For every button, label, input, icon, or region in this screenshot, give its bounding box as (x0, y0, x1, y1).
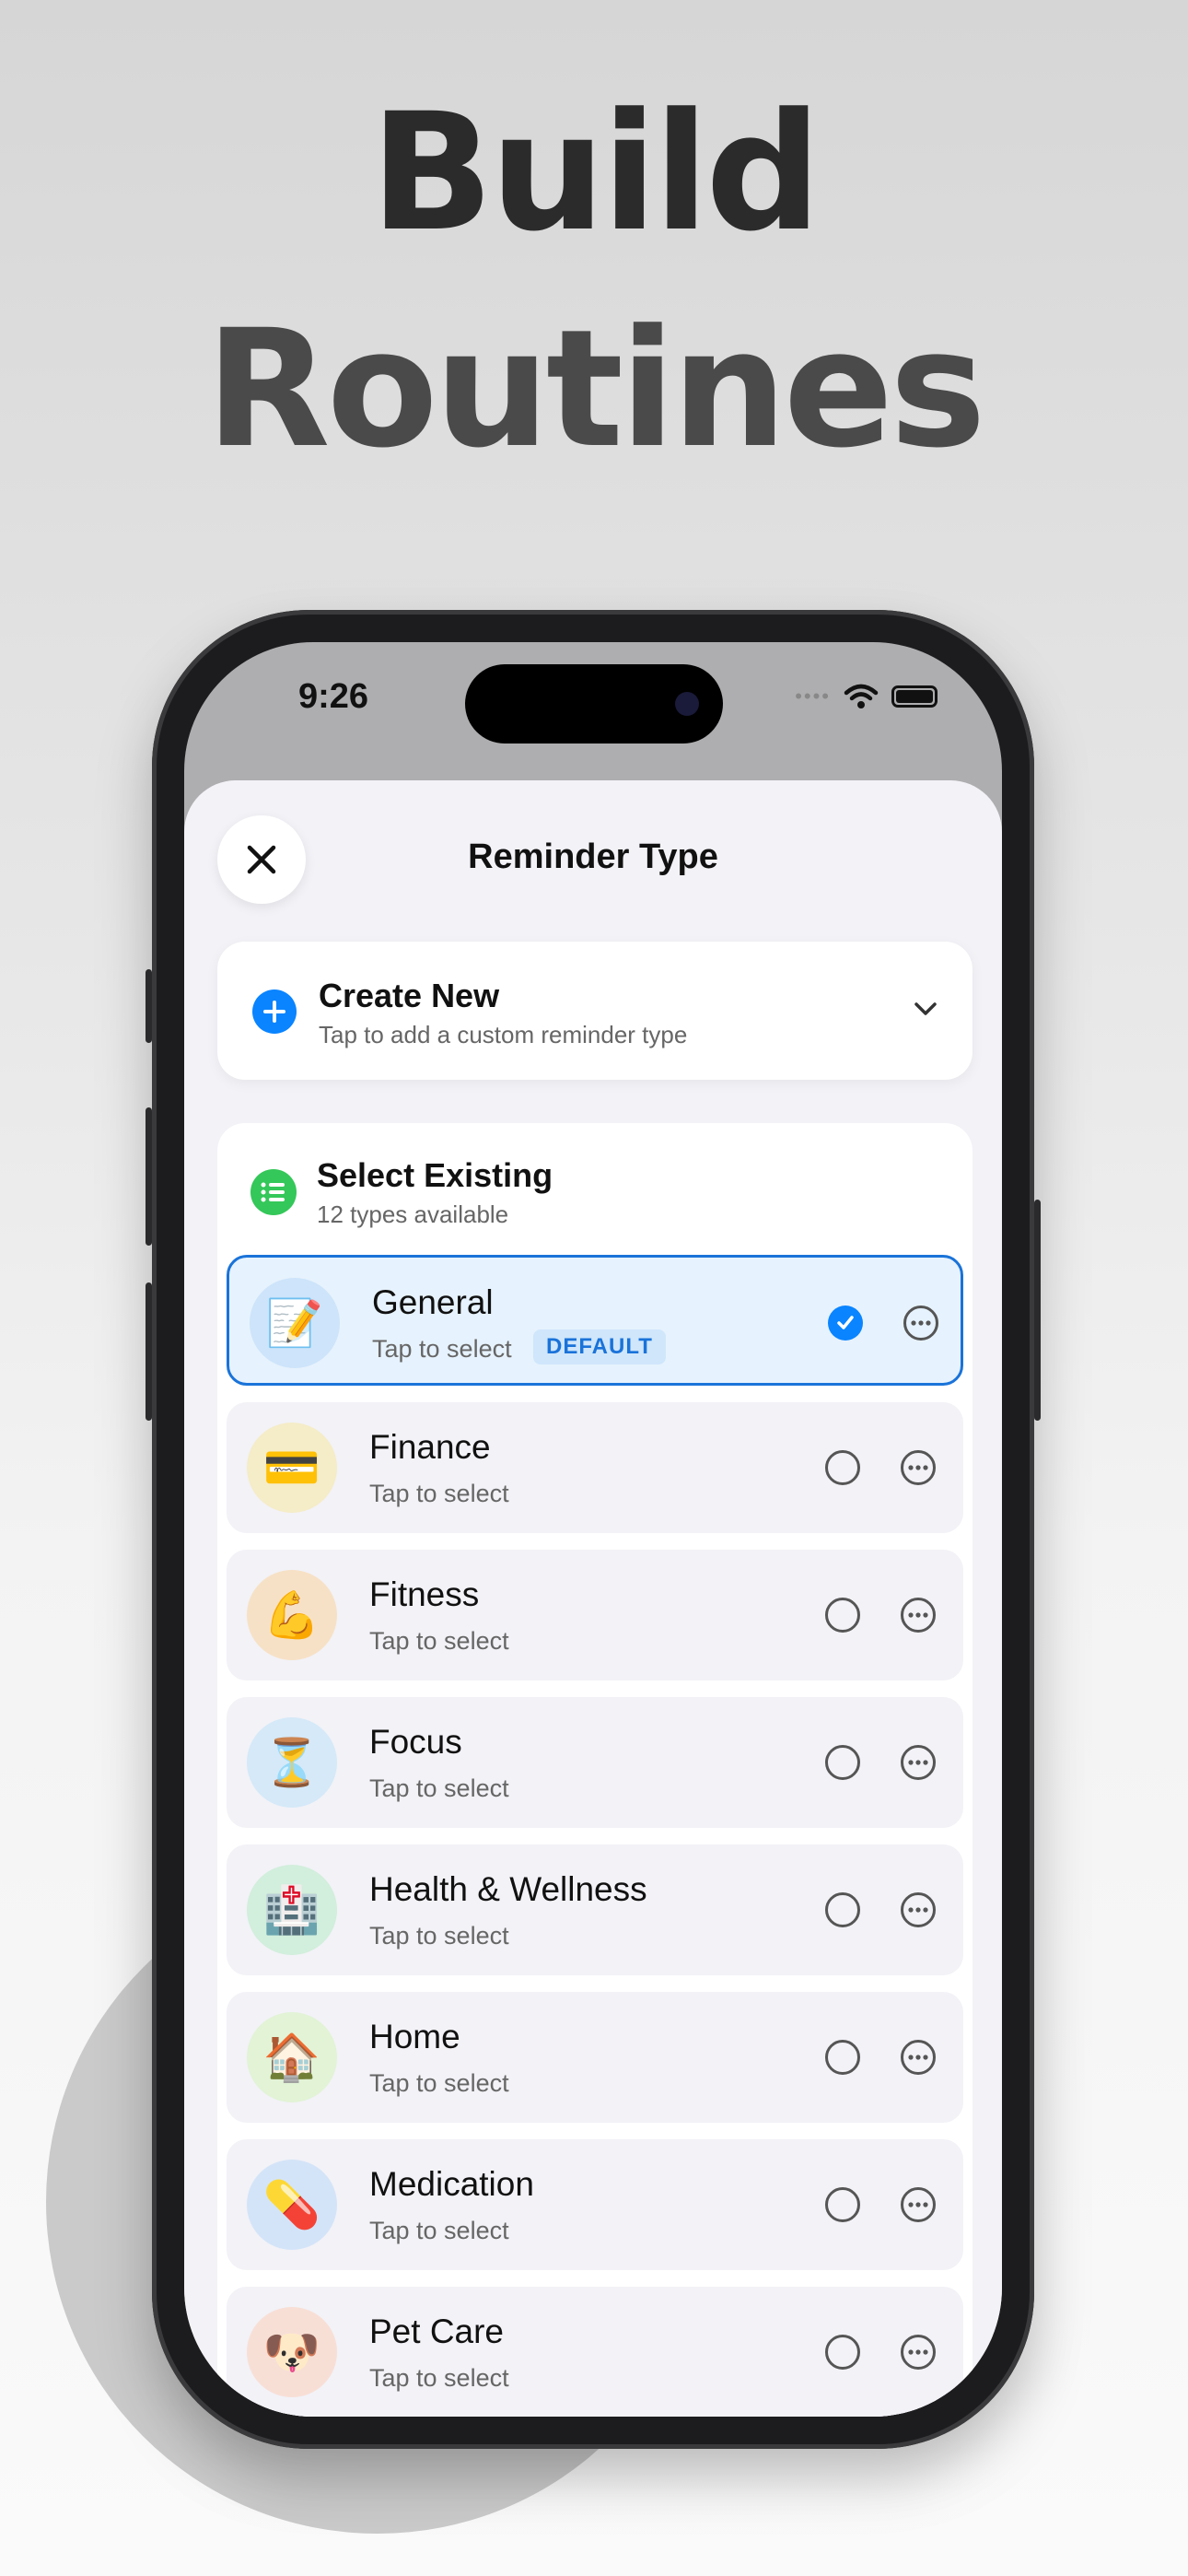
reminder-type-row[interactable]: 💪 Fitness Tap to select (227, 1550, 963, 1680)
type-subtitle: Tap to select (369, 1627, 509, 1655)
phone-screen: 9:26 •••• Reminder Type Create New Tap t… (184, 642, 1002, 2417)
headline-line-1: Build (369, 78, 821, 267)
status-icons: •••• (795, 683, 938, 710)
cellular-signal-icon: •••• (795, 685, 831, 708)
type-name: Pet Care (369, 2313, 505, 2350)
radio-unchecked-icon[interactable] (825, 1450, 860, 1485)
type-name: Fitness (369, 1575, 480, 1613)
type-emoji-icon: 🏠 (247, 2012, 337, 2102)
status-time: 9:26 (298, 677, 369, 716)
sheet-title: Reminder Type (468, 837, 718, 876)
power-button (1034, 1200, 1041, 1421)
action-button (146, 969, 152, 1043)
type-name: Focus (369, 1723, 462, 1761)
create-new-subtitle: Tap to add a custom reminder type (319, 1021, 688, 1048)
list-icon (250, 1169, 297, 1215)
reminder-type-row[interactable]: 💳 Finance Tap to select (227, 1402, 963, 1533)
reminder-type-row[interactable]: ⏳ Focus Tap to select (227, 1697, 963, 1828)
reminder-type-row[interactable]: 🏥 Health & Wellness Tap to select (227, 1844, 963, 1975)
more-options-icon[interactable] (901, 2187, 936, 2222)
type-name: Finance (369, 1428, 491, 1466)
radio-unchecked-icon[interactable] (825, 2187, 860, 2222)
more-options-icon[interactable] (901, 1598, 936, 1633)
radio-unchecked-icon[interactable] (825, 1892, 860, 1927)
type-name: Medication (369, 2165, 534, 2203)
type-subtitle: Tap to select (369, 2364, 509, 2392)
create-new-title: Create New (319, 977, 500, 1014)
wifi-icon (844, 684, 879, 708)
type-subtitle: Tap to select (369, 1922, 509, 1950)
radio-unchecked-icon[interactable] (825, 1598, 860, 1633)
more-options-icon[interactable] (903, 1306, 938, 1341)
create-new-card[interactable]: Create New Tap to add a custom reminder … (217, 942, 973, 1080)
radio-unchecked-icon[interactable] (825, 2040, 860, 2075)
type-emoji-icon: 📝 (250, 1278, 340, 1368)
headline-line-2: Routines (205, 295, 986, 484)
more-options-icon[interactable] (901, 1450, 936, 1485)
reminder-type-row[interactable]: 📝 General Tap to select DEFAULT (227, 1255, 963, 1386)
type-name: Health & Wellness (369, 1870, 647, 1908)
reminder-type-sheet: Reminder Type Create New Tap to add a cu… (184, 780, 1002, 2417)
select-existing-card: Select Existing 12 types available 📝 Gene… (217, 1123, 973, 2417)
type-emoji-icon: ⏳ (247, 1717, 337, 1808)
radio-unchecked-icon[interactable] (825, 1745, 860, 1780)
type-subtitle: Tap to select (369, 2217, 509, 2244)
type-emoji-icon: 💳 (247, 1423, 337, 1513)
dynamic-island (465, 664, 723, 744)
volume-up-button (146, 1107, 152, 1246)
select-existing-subtitle: 12 types available (317, 1200, 509, 1228)
more-options-icon[interactable] (901, 2040, 936, 2075)
reminder-type-row[interactable]: 🏠 Home Tap to select (227, 1992, 963, 2123)
type-emoji-icon: 💊 (247, 2160, 337, 2250)
battery-icon (891, 685, 938, 708)
type-subtitle: Tap to select (369, 1774, 509, 1802)
type-name: General (372, 1283, 494, 1321)
type-name: Home (369, 2018, 460, 2055)
more-options-icon[interactable] (901, 1745, 936, 1780)
status-bar: 9:26 •••• (184, 642, 1002, 780)
type-emoji-icon: 🏥 (247, 1865, 337, 1955)
radio-unchecked-icon[interactable] (825, 2335, 860, 2370)
reminder-type-row[interactable]: 💊 Medication Tap to select (227, 2139, 963, 2270)
reminder-type-row[interactable]: 🐶 Pet Care Tap to select (227, 2287, 963, 2417)
camera-icon (675, 692, 699, 716)
type-subtitle: Tap to select (369, 2069, 509, 2097)
default-badge: DEFAULT (533, 1329, 666, 1364)
type-subtitle: Tap to select (372, 1335, 512, 1363)
volume-down-button (146, 1282, 152, 1421)
type-subtitle: Tap to select (369, 1480, 509, 1507)
select-existing-title: Select Existing (317, 1156, 553, 1194)
more-options-icon[interactable] (901, 2335, 936, 2370)
type-emoji-icon: 🐶 (247, 2307, 337, 2397)
plus-icon (252, 989, 297, 1034)
type-emoji-icon: 💪 (247, 1570, 337, 1660)
chevron-down-icon[interactable] (912, 995, 939, 1023)
radio-checked-icon[interactable] (828, 1306, 863, 1341)
more-options-icon[interactable] (901, 1892, 936, 1927)
